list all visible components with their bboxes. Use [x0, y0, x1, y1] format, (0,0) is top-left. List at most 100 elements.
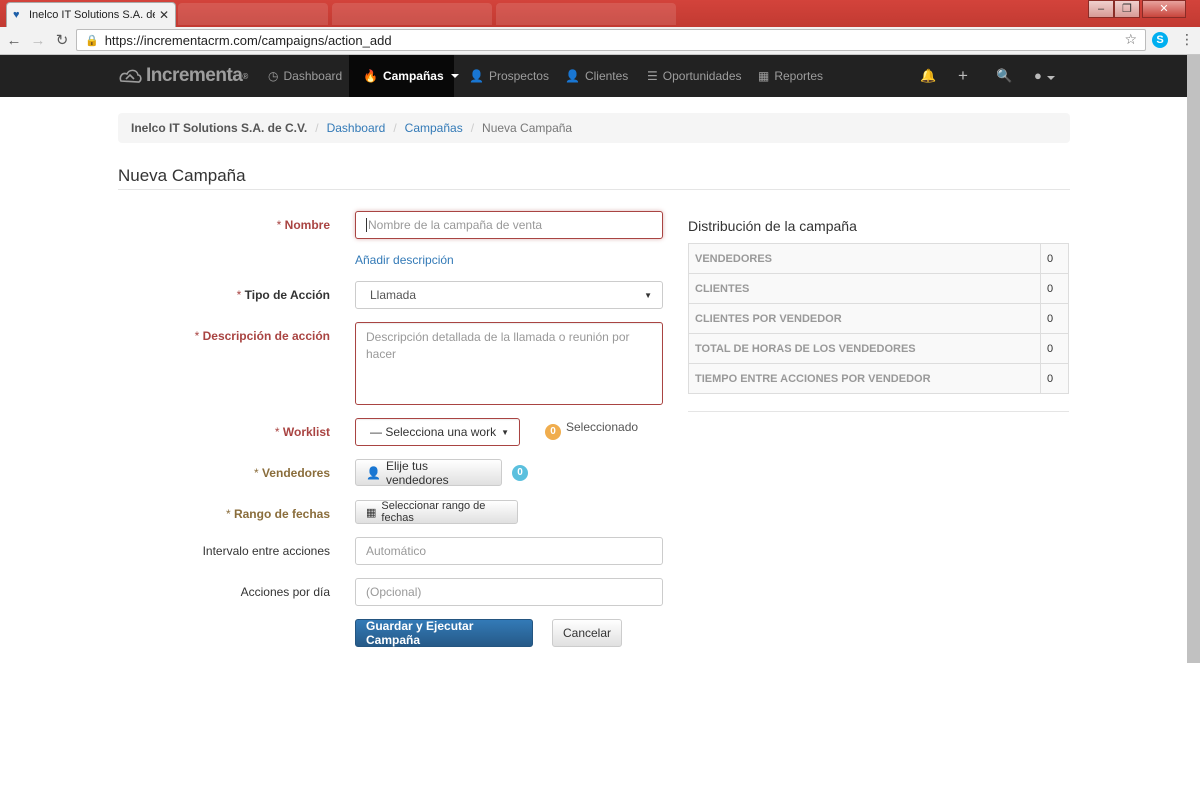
skype-extension-icon[interactable]: S — [1152, 32, 1168, 48]
caret-down-icon — [1047, 76, 1056, 80]
worklist-select[interactable]: — Selecciona una work ▼ — [355, 418, 520, 446]
user-icon: 👤 — [366, 465, 381, 480]
bookmark-star-icon[interactable]: ☆ — [1124, 31, 1137, 48]
acciones-dia-label: Acciones por día — [240, 585, 330, 599]
distribution-label: VENDEDORES — [688, 243, 1041, 274]
lock-icon: 🔒 — [85, 34, 99, 47]
nombre-placeholder: Nombre de la campaña de venta — [368, 218, 543, 232]
save-execute-button[interactable]: Guardar y Ejecutar Campaña — [355, 619, 533, 647]
browser-tab-title: Inelco IT Solutions S.A. de — [29, 9, 155, 21]
tipo-accion-select[interactable]: Llamada ▼ — [355, 281, 663, 309]
rango-fechas-label-text: Rango de fechas — [233, 507, 330, 521]
nav-clientes[interactable]: 👤 Clientes — [565, 55, 628, 97]
choose-sellers-label: Elije tus vendedores — [385, 458, 449, 487]
select-arrow-icon: ▼ — [644, 290, 652, 300]
chart-icon: ▦ — [758, 69, 770, 83]
browser-menu-icon[interactable]: ⋮ — [1180, 31, 1194, 48]
maximize-icon[interactable]: ❐ — [1114, 0, 1140, 18]
descripcion-accion-textarea[interactable]: Descripción detallada de la llamada o re… — [355, 322, 663, 405]
user-icon: 👤 — [565, 69, 580, 83]
choose-sellers-button[interactable]: 👤 Elije tus vendedores — [355, 458, 502, 487]
brand-logo[interactable]: Incrementa ® — [118, 65, 248, 87]
address-bar[interactable]: 🔒 https://incrementacrm.com/campaigns/ac… — [76, 29, 1146, 51]
plus-icon[interactable]: + — [958, 55, 968, 97]
url-text: https://incrementacrm.com/campaigns/acti… — [104, 32, 392, 48]
distribution-label: TIEMPO ENTRE ACCIONES POR VENDEDOR — [688, 363, 1041, 394]
required-mark: * — [274, 425, 280, 439]
browser-tab-strip: ♥ Inelco IT Solutions S.A. de ✕ – ❐ ✕ — [0, 0, 1200, 27]
nav-oportunidades[interactable]: ☰ Oportunidades — [647, 55, 742, 97]
dashboard-icon: ◷ — [268, 69, 279, 83]
app-navbar: Incrementa ® ◷ Dashboard 🔥 Campañas 👤 Pro… — [0, 55, 1187, 97]
intervalo-label: Intervalo entre acciones — [202, 544, 330, 558]
cancel-button[interactable]: Cancelar — [552, 619, 622, 647]
required-mark: * — [236, 288, 242, 302]
close-tab-icon[interactable]: ✕ — [159, 8, 169, 22]
nav-oportunidades-label: Oportunidades — [662, 69, 742, 83]
nav-prospectos[interactable]: 👤 Prospectos — [469, 55, 549, 97]
nav-dashboard[interactable]: ◷ Dashboard — [268, 55, 342, 97]
required-mark: * — [194, 329, 200, 343]
forward-arrow-icon[interactable]: → — [28, 31, 48, 51]
distribution-label: TOTAL DE HORAS DE LOS VENDEDORES — [688, 333, 1041, 364]
breadcrumb-link-campanas[interactable]: Campañas — [405, 121, 463, 135]
nav-reportes[interactable]: ▦ Reportes — [758, 55, 823, 97]
distribution-title: Distribución de la campaña — [688, 218, 857, 234]
distribution-value: 0 — [1040, 363, 1069, 394]
table-row: TOTAL DE HORAS DE LOS VENDEDORES 0 — [688, 333, 1069, 364]
browser-tab-active[interactable]: ♥ Inelco IT Solutions S.A. de ✕ — [6, 2, 176, 27]
required-mark: * — [225, 507, 231, 521]
add-description-link[interactable]: Añadir descripción — [355, 253, 454, 267]
table-row: TIEMPO ENTRE ACCIONES POR VENDEDOR 0 — [688, 363, 1069, 394]
nav-campanas[interactable]: 🔥 Campañas — [349, 55, 459, 97]
distribution-label: CLIENTES POR VENDEDOR — [688, 303, 1041, 334]
distribution-divider — [688, 411, 1069, 412]
acciones-dia-input[interactable]: (Opcional) — [355, 578, 663, 606]
worklist-label: * Worklist — [275, 425, 330, 439]
distribution-value: 0 — [1040, 243, 1069, 274]
page-scrollbar[interactable] — [1187, 55, 1200, 663]
nombre-input[interactable]: Nombre de la campaña de venta — [355, 211, 663, 239]
search-icon[interactable]: 🔍 — [996, 55, 1012, 97]
required-mark: * — [253, 466, 259, 480]
tipo-accion-label-text: Tipo de Acción — [244, 288, 330, 302]
worklist-selected-badge: 0 — [545, 424, 561, 440]
bell-icon[interactable]: 🔔 — [920, 55, 936, 97]
title-divider — [118, 189, 1070, 190]
registered-mark-icon: ® — [242, 71, 248, 81]
back-arrow-icon[interactable]: ← — [4, 31, 24, 51]
caret-down-icon — [450, 74, 459, 78]
fire-icon: 🔥 — [363, 69, 378, 83]
nav-clientes-label: Clientes — [584, 69, 629, 83]
worklist-selected-text: Seleccionado — [566, 420, 639, 434]
calendar-icon: ▦ — [366, 506, 377, 519]
nav-dashboard-label: Dashboard — [283, 69, 343, 83]
date-range-button[interactable]: ▦ Seleccionar rango de fechas — [355, 500, 518, 524]
brand-icon — [119, 69, 142, 83]
breadcrumb-link-dashboard[interactable]: Dashboard — [327, 121, 386, 135]
list-icon: ☰ — [647, 69, 658, 83]
rango-fechas-label: * Rango de fechas — [226, 507, 330, 521]
close-window-icon[interactable]: ✕ — [1142, 0, 1186, 18]
intervalo-input[interactable]: Automático — [355, 537, 663, 565]
brand-name: Incrementa — [146, 65, 243, 86]
browser-tab-inactive[interactable] — [178, 3, 328, 25]
breadcrumb-separator: / — [315, 121, 319, 135]
browser-tab-inactive[interactable] — [496, 3, 676, 25]
descripcion-accion-label-text: Descripción de acción — [202, 329, 330, 343]
sellers-count-badge: 0 — [512, 465, 528, 481]
intervalo-placeholder: Automático — [366, 544, 427, 558]
breadcrumb: Inelco IT Solutions S.A. de C.V. / Dashb… — [118, 113, 1070, 143]
worklist-value: — Selecciona una work — [370, 425, 497, 439]
nombre-label-text: Nombre — [284, 218, 330, 232]
vendedores-label: * Vendedores — [254, 466, 330, 480]
breadcrumb-current: Nueva Campaña — [482, 121, 573, 135]
page-title: Nueva Campaña — [118, 166, 246, 185]
minimize-icon[interactable]: – — [1088, 0, 1114, 18]
nav-campanas-label: Campañas — [382, 69, 444, 83]
reload-icon[interactable]: ↻ — [52, 31, 72, 51]
browser-tab-inactive[interactable] — [332, 3, 492, 25]
user-menu-icon[interactable]: ● — [1034, 55, 1056, 97]
table-row: CLIENTES 0 — [688, 273, 1069, 304]
vendedores-label-text: Vendedores — [261, 466, 330, 480]
